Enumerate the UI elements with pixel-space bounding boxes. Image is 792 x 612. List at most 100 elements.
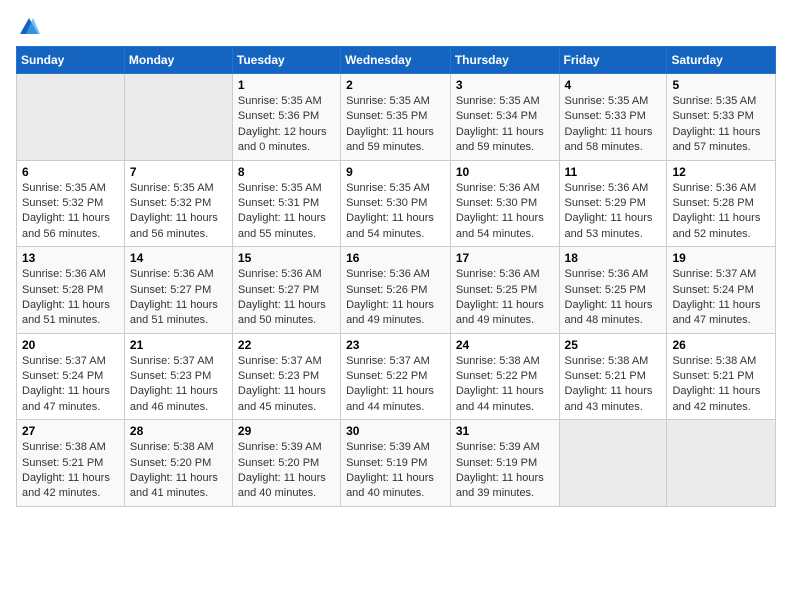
- daylight-text: Daylight: 11 hours and 44 minutes.: [456, 385, 544, 412]
- calendar-cell: 5 Sunrise: 5:35 AM Sunset: 5:33 PM Dayli…: [667, 74, 776, 161]
- sunset-text: Sunset: 5:21 PM: [22, 457, 103, 469]
- calendar-cell: 17 Sunrise: 5:36 AM Sunset: 5:25 PM Dayl…: [450, 247, 559, 334]
- calendar-cell: 24 Sunrise: 5:38 AM Sunset: 5:22 PM Dayl…: [450, 333, 559, 420]
- daylight-text: Daylight: 11 hours and 40 minutes.: [238, 472, 326, 499]
- day-number: 18: [565, 251, 662, 265]
- sunrise-text: Sunrise: 5:39 AM: [346, 441, 430, 453]
- calendar-cell: 20 Sunrise: 5:37 AM Sunset: 5:24 PM Dayl…: [17, 333, 125, 420]
- cell-content: Sunrise: 5:38 AM Sunset: 5:21 PM Dayligh…: [672, 354, 770, 416]
- calendar-cell: 23 Sunrise: 5:37 AM Sunset: 5:22 PM Dayl…: [341, 333, 451, 420]
- daylight-text: Daylight: 11 hours and 47 minutes.: [22, 385, 110, 412]
- sunset-text: Sunset: 5:20 PM: [238, 457, 319, 469]
- calendar-cell: 16 Sunrise: 5:36 AM Sunset: 5:26 PM Dayl…: [341, 247, 451, 334]
- sunset-text: Sunset: 5:22 PM: [456, 370, 537, 382]
- cell-content: Sunrise: 5:35 AM Sunset: 5:33 PM Dayligh…: [565, 94, 662, 156]
- daylight-text: Daylight: 11 hours and 55 minutes.: [238, 212, 326, 239]
- sunrise-text: Sunrise: 5:35 AM: [130, 182, 214, 194]
- daylight-text: Daylight: 11 hours and 42 minutes.: [672, 385, 760, 412]
- cell-content: Sunrise: 5:35 AM Sunset: 5:33 PM Dayligh…: [672, 94, 770, 156]
- calendar-cell: 28 Sunrise: 5:38 AM Sunset: 5:20 PM Dayl…: [124, 420, 232, 507]
- calendar-cell: 9 Sunrise: 5:35 AM Sunset: 5:30 PM Dayli…: [341, 160, 451, 247]
- sunrise-text: Sunrise: 5:39 AM: [456, 441, 540, 453]
- calendar-cell: [559, 420, 667, 507]
- cell-content: Sunrise: 5:35 AM Sunset: 5:30 PM Dayligh…: [346, 181, 445, 243]
- sunset-text: Sunset: 5:28 PM: [22, 284, 103, 296]
- day-number: 13: [22, 251, 119, 265]
- cell-content: Sunrise: 5:38 AM Sunset: 5:20 PM Dayligh…: [130, 440, 227, 502]
- daylight-text: Daylight: 11 hours and 59 minutes.: [346, 126, 434, 153]
- daylight-text: Daylight: 11 hours and 51 minutes.: [130, 299, 218, 326]
- calendar-cell: 22 Sunrise: 5:37 AM Sunset: 5:23 PM Dayl…: [232, 333, 340, 420]
- cell-content: Sunrise: 5:39 AM Sunset: 5:20 PM Dayligh…: [238, 440, 335, 502]
- sunrise-text: Sunrise: 5:36 AM: [346, 268, 430, 280]
- sunset-text: Sunset: 5:31 PM: [238, 197, 319, 209]
- sunrise-text: Sunrise: 5:35 AM: [672, 95, 756, 107]
- daylight-text: Daylight: 11 hours and 42 minutes.: [22, 472, 110, 499]
- calendar-cell: 8 Sunrise: 5:35 AM Sunset: 5:31 PM Dayli…: [232, 160, 340, 247]
- sunset-text: Sunset: 5:30 PM: [456, 197, 537, 209]
- daylight-text: Daylight: 11 hours and 57 minutes.: [672, 126, 760, 153]
- sunset-text: Sunset: 5:23 PM: [238, 370, 319, 382]
- sunrise-text: Sunrise: 5:37 AM: [346, 355, 430, 367]
- calendar-cell: 21 Sunrise: 5:37 AM Sunset: 5:23 PM Dayl…: [124, 333, 232, 420]
- page-header: [16, 16, 776, 34]
- sunrise-text: Sunrise: 5:35 AM: [22, 182, 106, 194]
- header-day-saturday: Saturday: [667, 47, 776, 74]
- sunrise-text: Sunrise: 5:37 AM: [130, 355, 214, 367]
- sunset-text: Sunset: 5:29 PM: [565, 197, 646, 209]
- header-day-monday: Monday: [124, 47, 232, 74]
- cell-content: Sunrise: 5:36 AM Sunset: 5:25 PM Dayligh…: [565, 267, 662, 329]
- daylight-text: Daylight: 11 hours and 56 minutes.: [130, 212, 218, 239]
- day-number: 20: [22, 338, 119, 352]
- day-number: 10: [456, 165, 554, 179]
- calendar-cell: [124, 74, 232, 161]
- daylight-text: Daylight: 11 hours and 48 minutes.: [565, 299, 653, 326]
- sunrise-text: Sunrise: 5:36 AM: [130, 268, 214, 280]
- day-number: 5: [672, 78, 770, 92]
- daylight-text: Daylight: 11 hours and 43 minutes.: [565, 385, 653, 412]
- week-row-1: 1 Sunrise: 5:35 AM Sunset: 5:36 PM Dayli…: [17, 74, 776, 161]
- sunrise-text: Sunrise: 5:36 AM: [238, 268, 322, 280]
- calendar-cell: 4 Sunrise: 5:35 AM Sunset: 5:33 PM Dayli…: [559, 74, 667, 161]
- calendar-header: SundayMondayTuesdayWednesdayThursdayFrid…: [17, 47, 776, 74]
- day-number: 31: [456, 424, 554, 438]
- calendar-cell: 29 Sunrise: 5:39 AM Sunset: 5:20 PM Dayl…: [232, 420, 340, 507]
- logo-icon: [18, 16, 40, 38]
- calendar-cell: 3 Sunrise: 5:35 AM Sunset: 5:34 PM Dayli…: [450, 74, 559, 161]
- day-number: 25: [565, 338, 662, 352]
- daylight-text: Daylight: 11 hours and 58 minutes.: [565, 126, 653, 153]
- day-number: 16: [346, 251, 445, 265]
- calendar-cell: 25 Sunrise: 5:38 AM Sunset: 5:21 PM Dayl…: [559, 333, 667, 420]
- day-number: 29: [238, 424, 335, 438]
- daylight-text: Daylight: 11 hours and 51 minutes.: [22, 299, 110, 326]
- sunset-text: Sunset: 5:34 PM: [456, 110, 537, 122]
- calendar-cell: 1 Sunrise: 5:35 AM Sunset: 5:36 PM Dayli…: [232, 74, 340, 161]
- sunrise-text: Sunrise: 5:36 AM: [565, 268, 649, 280]
- header-day-thursday: Thursday: [450, 47, 559, 74]
- calendar-cell: 31 Sunrise: 5:39 AM Sunset: 5:19 PM Dayl…: [450, 420, 559, 507]
- logo: [16, 16, 40, 34]
- cell-content: Sunrise: 5:35 AM Sunset: 5:35 PM Dayligh…: [346, 94, 445, 156]
- sunset-text: Sunset: 5:21 PM: [565, 370, 646, 382]
- day-number: 4: [565, 78, 662, 92]
- sunrise-text: Sunrise: 5:36 AM: [22, 268, 106, 280]
- calendar-cell: 13 Sunrise: 5:36 AM Sunset: 5:28 PM Dayl…: [17, 247, 125, 334]
- day-number: 8: [238, 165, 335, 179]
- daylight-text: Daylight: 11 hours and 52 minutes.: [672, 212, 760, 239]
- header-row: SundayMondayTuesdayWednesdayThursdayFrid…: [17, 47, 776, 74]
- sunrise-text: Sunrise: 5:35 AM: [346, 182, 430, 194]
- day-number: 22: [238, 338, 335, 352]
- sunrise-text: Sunrise: 5:36 AM: [672, 182, 756, 194]
- day-number: 24: [456, 338, 554, 352]
- sunrise-text: Sunrise: 5:35 AM: [346, 95, 430, 107]
- sunrise-text: Sunrise: 5:36 AM: [565, 182, 649, 194]
- day-number: 7: [130, 165, 227, 179]
- header-day-wednesday: Wednesday: [341, 47, 451, 74]
- sunrise-text: Sunrise: 5:37 AM: [672, 268, 756, 280]
- cell-content: Sunrise: 5:37 AM Sunset: 5:23 PM Dayligh…: [238, 354, 335, 416]
- sunset-text: Sunset: 5:19 PM: [346, 457, 427, 469]
- day-number: 30: [346, 424, 445, 438]
- cell-content: Sunrise: 5:35 AM Sunset: 5:31 PM Dayligh…: [238, 181, 335, 243]
- daylight-text: Daylight: 12 hours and 0 minutes.: [238, 126, 327, 153]
- header-day-friday: Friday: [559, 47, 667, 74]
